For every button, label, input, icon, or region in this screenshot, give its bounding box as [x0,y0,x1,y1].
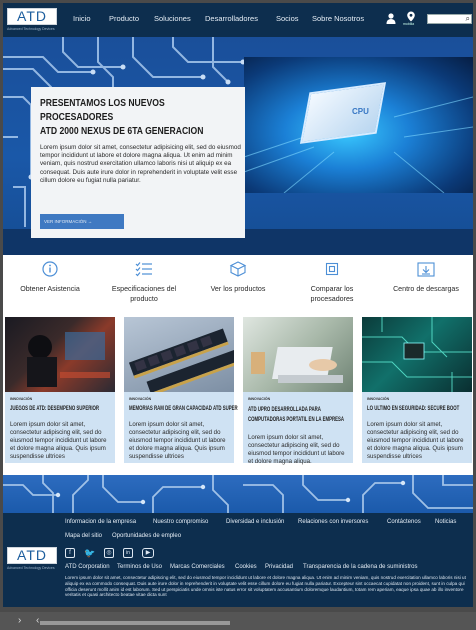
nav-desarrolladores[interactable]: Desarrolladores [205,14,258,23]
feature-compare-label: Comparar los procesadores [310,285,354,303]
info-icon [3,260,97,284]
feature-compare[interactable]: Comparar los procesadores [285,255,379,304]
card-tag: INNOVACIÓN [248,397,271,401]
logo-tagline: Advanced Technology Devices [7,27,55,31]
hero-cpu-image: CPU [244,57,473,193]
news-card-laptop[interactable]: INNOVACIÓN ATD UPRO DESARROLLADA PARA CO… [243,317,353,465]
card-body: Lorem ipsum dolor sit amet, consectetur … [129,421,226,460]
hero-title-line-1: PRESENTAMOS LOS NUEVOS [40,97,165,109]
hero-description: Lorem ipsum dolor sit amet, consectetur … [40,144,241,184]
hero-card: PRESENTAMOS LOS NUEVOS PROCESADORES ATD … [31,87,245,238]
footer-link-terminos[interactable]: Terminos de Uso [117,564,162,570]
browser-viewport: ATD Advanced Technology Devices Inicio P… [3,3,473,607]
checklist-icon [97,260,191,284]
card-tag: INNOVACIÓN [129,397,152,401]
site-header: ATD Advanced Technology Devices Inicio P… [3,3,473,37]
card-title: LO ULTIMO EN SEGURIDAD: SECURE BOOT [367,405,460,412]
footer-logo[interactable]: ATD [7,547,57,564]
scrollbar-thumb[interactable] [40,621,230,625]
feature-specs[interactable]: Especificaciones del producto [97,255,191,304]
youtube-icon[interactable]: ▶ [142,548,154,558]
instagram-icon[interactable]: ◎ [104,548,114,558]
footer-link-transparencia[interactable]: Transparencia de la cadena de suministro… [303,564,418,570]
scroll-left-icon[interactable]: ‹ [36,615,39,626]
site-logo[interactable]: ATD [7,8,57,25]
card-title: ATD UPRO DESARROLLADA PARA COMPUTADORAS … [248,406,345,423]
hero-title-line-3: ATD 2000 NEXUS DE 6TA GENERACION [40,125,204,137]
footer-link-inversores[interactable]: Relaciones con inversores [298,519,368,525]
box-icon [191,260,285,284]
download-icon [379,260,473,284]
footer-link-empleo[interactable]: Oportunidades de empleo [112,533,181,539]
nav-sobre-nosotros[interactable]: Sobre Nosotros [312,14,364,23]
feature-support[interactable]: Obtener Asistencia [3,255,97,294]
footer-link-noticias[interactable]: Noticias [435,519,456,525]
page: ATD Advanced Technology Devices Inicio P… [0,0,476,630]
hero-banner: CPU PRESENTAMOS LOS NUEVOS PROCESADORES … [3,37,473,255]
hero-info-button[interactable]: VER INFORMACIÓN → [40,214,124,229]
footer-legal-text: Lorem ipsum dolor sit amet, consectetur … [65,575,466,598]
nav-producto[interactable]: Producto [109,14,139,23]
card-body: Lorem ipsum dolor sit amet, consectetur … [248,434,345,465]
footer-link-mapa[interactable]: Mapa del sitio [65,533,102,539]
hero-title-line-2: PROCESADORES [40,111,114,123]
scroll-right-icon[interactable]: › [18,615,21,626]
gaming-photo [5,317,115,392]
news-cards: INNOVACIÓN JUEGOS DE ATD: DESEMPEÑO SUPE… [3,315,473,475]
ram-photo [124,317,246,396]
feature-products[interactable]: Ver los productos [191,255,285,294]
feature-support-label: Obtener Asistencia [20,285,80,293]
card-title: MEMORIAS RAM DE GRAN CAPACIDAD ATD SUPER [129,405,238,412]
footer-logo-text: ATD [17,547,47,563]
laptop-photo [243,317,353,392]
card-body: Lorem ipsum dolor sit amet, consectetur … [10,421,107,460]
location-label: mobilia [403,22,415,26]
circuit-board-photo [362,317,472,392]
feature-shortcuts: Obtener Asistencia Especificaciones del … [3,255,473,315]
footer-link-corporation[interactable]: ATD Corporation [65,564,110,570]
card-tag: INNOVACIÓN [10,397,33,401]
footer-link-compromiso[interactable]: Nuestro compromiso [153,519,208,525]
feature-downloads[interactable]: Centro de descargas [379,255,473,294]
news-card-gaming[interactable]: INNOVACIÓN JUEGOS DE ATD: DESEMPEÑO SUPE… [5,317,115,463]
nav-inicio[interactable]: Inicio [73,14,91,23]
horizontal-scrollbar[interactable]: › ‹ [0,612,476,630]
card-tag: INNOVACIÓN [367,397,390,401]
news-card-ram[interactable]: INNOVACIÓN MEMORIAS RAM DE GRAN CAPACIDA… [124,317,246,463]
linkedin-icon[interactable]: in [123,548,133,558]
hero-title: PRESENTAMOS LOS NUEVOS PROCESADORES ATD … [40,96,237,138]
processor-icon [285,260,379,284]
news-card-security[interactable]: INNOVACIÓN LO ULTIMO EN SEGURIDAD: SECUR… [362,317,472,463]
card-title: JUEGOS DE ATD: DESEMPEÑO SUPERIOR [10,405,100,412]
footer-link-diversidad[interactable]: Diversidad e inclusión [226,519,284,525]
card-body: Lorem ipsum dolor sit amet, consectetur … [367,421,464,460]
feature-specs-label: Especificaciones del producto [111,285,177,303]
chip-label: CPU [352,107,369,116]
facebook-icon[interactable]: f [65,548,75,558]
footer-logo-tagline: Advanced Technology Devices [7,566,55,570]
search-icon[interactable]: ⌕ [466,14,470,24]
site-footer: Informacion de la empresa Nuestro compro… [3,513,473,607]
footer-link-privacidad[interactable]: Privacidad [265,564,293,570]
footer-link-marcas[interactable]: Marcas Comerciales [170,564,225,570]
footer-link-empresa[interactable]: Informacion de la empresa [65,519,136,525]
footer-link-contacto[interactable]: Contáctenos [387,519,421,525]
user-icon[interactable] [386,11,396,29]
search-input[interactable]: ⌕ [427,14,472,24]
nav-socios[interactable]: Socios [276,14,299,23]
nav-soluciones[interactable]: Soluciones [154,14,191,23]
logo-text: ATD [17,8,47,24]
circuit-band [3,475,473,513]
feature-products-label: Ver los productos [210,285,266,293]
feature-downloads-label: Centro de descargas [393,285,459,293]
twitter-icon[interactable]: 🐦 [84,548,95,558]
footer-link-cookies[interactable]: Cookies [235,564,257,570]
